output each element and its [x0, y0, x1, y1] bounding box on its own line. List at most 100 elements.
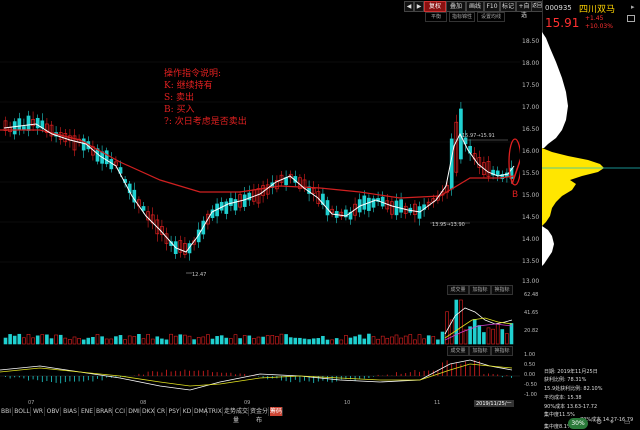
ma-settings-button[interactable]: 设置均线 — [477, 12, 505, 22]
volume-bar — [403, 335, 408, 345]
volume-bar — [426, 335, 431, 345]
macd-tick: -0.50 — [524, 382, 537, 388]
zoom-indicator[interactable]: 30% — [568, 418, 588, 429]
volume-bar — [58, 334, 63, 345]
volume-bar — [109, 338, 114, 345]
annotation-line-q: ?: 次日考虑是否卖出 — [164, 117, 247, 127]
candlestick-chart[interactable]: 15.97→15.91 13.95→13.90 12.47 B — [0, 22, 520, 284]
price-tick: 13.50 — [522, 258, 540, 265]
volume-bar — [422, 338, 426, 345]
overlay-button[interactable]: 叠加 — [446, 1, 466, 12]
annotation-line-s: S: 卖出 — [164, 93, 195, 103]
macd-tick: 1.00 — [524, 352, 536, 358]
volume-bar — [431, 336, 436, 345]
volume-bar — [215, 336, 219, 345]
volume-bar — [472, 319, 477, 345]
annotation-line-b: B: 买入 — [164, 105, 195, 115]
volume-bar — [505, 333, 509, 345]
volume-bar — [31, 337, 35, 345]
window-icon[interactable] — [627, 15, 635, 22]
volume-bar — [357, 334, 362, 345]
indicator-tab[interactable]: OBV — [46, 407, 61, 416]
candle-body — [81, 138, 86, 151]
prev-icon[interactable]: ◀ — [404, 1, 414, 12]
volume-bar — [256, 336, 261, 345]
draw-line-button[interactable]: 画线 — [466, 1, 484, 12]
volume-bar — [459, 299, 463, 345]
volume-bar — [500, 329, 505, 345]
indicator-tab[interactable]: 资金分布 — [250, 407, 269, 424]
volume-bar — [316, 338, 321, 345]
volume-bar — [413, 339, 417, 345]
volume-bar — [132, 336, 137, 345]
volume-bar — [8, 334, 12, 345]
monitor-icon[interactable]: ▭ — [624, 418, 631, 426]
indicator-tab[interactable]: CR — [156, 407, 167, 416]
indicator-tab[interactable]: ENE — [80, 407, 95, 416]
info-row: 平均成本: 15.38 — [544, 395, 582, 401]
price-tick: 17.00 — [522, 104, 540, 111]
volume-bar — [454, 299, 459, 345]
volume-bar — [440, 331, 445, 345]
indicator-tab[interactable]: CCI — [114, 407, 127, 416]
settings-icon[interactable]: ⚙ — [596, 418, 602, 426]
volume-bar — [279, 333, 284, 345]
price-tick: 18.50 — [522, 38, 540, 45]
volume-bar — [183, 334, 187, 345]
next-icon[interactable]: ▶ — [414, 1, 424, 12]
chart-toolbar: ◀ ▶ 复权 叠加 画线 F10 标记 +自选 返回 — [0, 0, 543, 19]
volume-bar — [394, 334, 399, 345]
price-tick: 16.50 — [522, 126, 540, 133]
volume-tick: 62.48 — [524, 292, 539, 298]
info-row: 15.9处获利比例: 82.10% — [544, 386, 603, 392]
price-tick: 17.50 — [522, 82, 540, 89]
indicator-tab[interactable]: KD — [182, 407, 193, 416]
volume-bar — [155, 336, 160, 345]
indicator-tab[interactable]: 走势成交量 — [224, 407, 249, 424]
indicator-tab[interactable]: DMI — [128, 407, 141, 416]
annotation-title: 操作指令说明: — [164, 69, 222, 79]
volume-bar — [150, 338, 155, 345]
chip-distribution — [542, 32, 640, 266]
volume-bar — [229, 338, 233, 345]
indicator-tab[interactable]: PSY — [168, 407, 181, 416]
indicator-tab[interactable]: 筹码 — [270, 407, 283, 416]
mark-button[interactable]: 标记 — [500, 1, 516, 12]
ma-long-line — [0, 129, 515, 199]
volume-bar — [233, 334, 238, 345]
stock-name: 四川双马 — [579, 5, 616, 15]
volume-bar — [321, 335, 325, 345]
balance-button[interactable]: 平衡 — [425, 12, 447, 22]
volume-bar — [3, 337, 8, 345]
indicator-tab[interactable]: BBI — [0, 407, 13, 416]
expand-icon[interactable]: ▸ — [631, 3, 635, 11]
fuquan-button[interactable]: 复权 — [424, 1, 446, 12]
indicator-tab[interactable]: BOLL — [14, 407, 31, 416]
volume-bar — [436, 339, 440, 345]
volume-bar — [68, 339, 72, 345]
volume-bar — [160, 338, 164, 345]
volume-bar — [463, 329, 468, 345]
indicator-tab[interactable]: BRAR — [96, 407, 113, 416]
indicator-tab[interactable]: DMA — [194, 407, 208, 416]
indicator-button[interactable]: 指标锦性 — [449, 12, 475, 22]
indicator-tab[interactable]: TRIX — [208, 407, 223, 416]
add-watchlist-button[interactable]: +自选 — [516, 1, 532, 19]
volume-bar — [238, 338, 242, 345]
cursor-icon[interactable]: ⌖ — [610, 418, 614, 427]
info-row: 90%成本 13.63-17.72 — [544, 404, 598, 410]
info-date: 日期: 2019年11月25日 — [544, 369, 598, 375]
indicator-tab[interactable]: WR — [32, 407, 45, 416]
indicator-tab[interactable]: BIAS — [62, 407, 79, 416]
price-tick: 15.00 — [522, 192, 540, 199]
indicator-tab[interactable]: DKX — [142, 407, 155, 416]
f10-button[interactable]: F10 — [484, 1, 500, 12]
volume-bar — [91, 336, 95, 345]
volume-bar — [206, 334, 210, 345]
volume-bar — [114, 336, 118, 345]
volume-bar — [22, 337, 26, 345]
candle-body — [141, 206, 146, 211]
candle-body — [12, 121, 17, 135]
volume-bar — [495, 323, 500, 345]
volume-bar — [127, 335, 132, 345]
